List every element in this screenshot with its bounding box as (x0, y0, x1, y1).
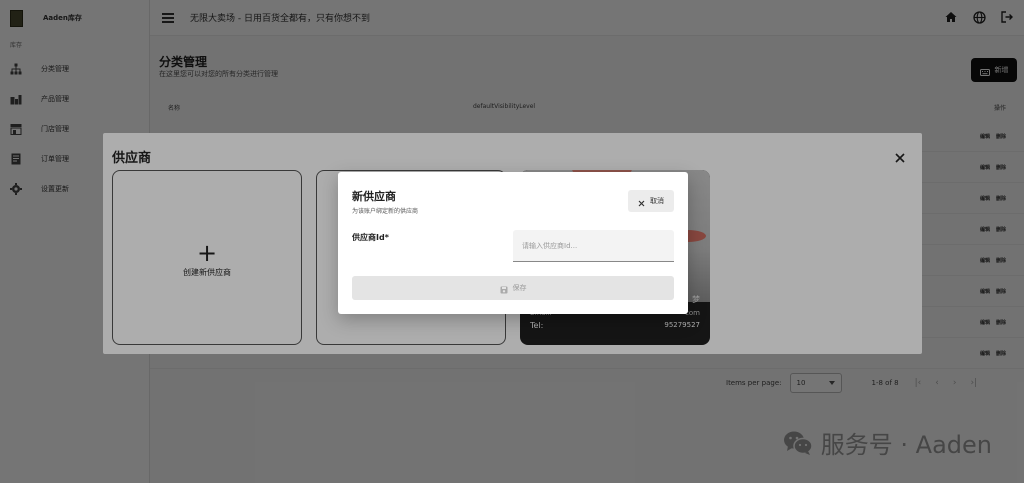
new-supplier-title: 新供应商 (352, 190, 396, 203)
save-button[interactable]: 保存 (352, 276, 674, 300)
new-supplier-dialog: 新供应商 为该账户绑定新的供应商 取消 供应商Id* 保存 (338, 172, 688, 314)
save-icon (500, 279, 508, 298)
close-icon (638, 192, 645, 211)
save-label: 保存 (512, 284, 527, 292)
cancel-button[interactable]: 取消 (628, 190, 674, 212)
new-supplier-subtitle: 为该账户绑定新的供应商 (352, 208, 419, 215)
cancel-label: 取消 (650, 197, 664, 205)
supplier-id-label: 供应商Id* (352, 233, 389, 242)
supplier-id-input[interactable] (513, 230, 674, 262)
